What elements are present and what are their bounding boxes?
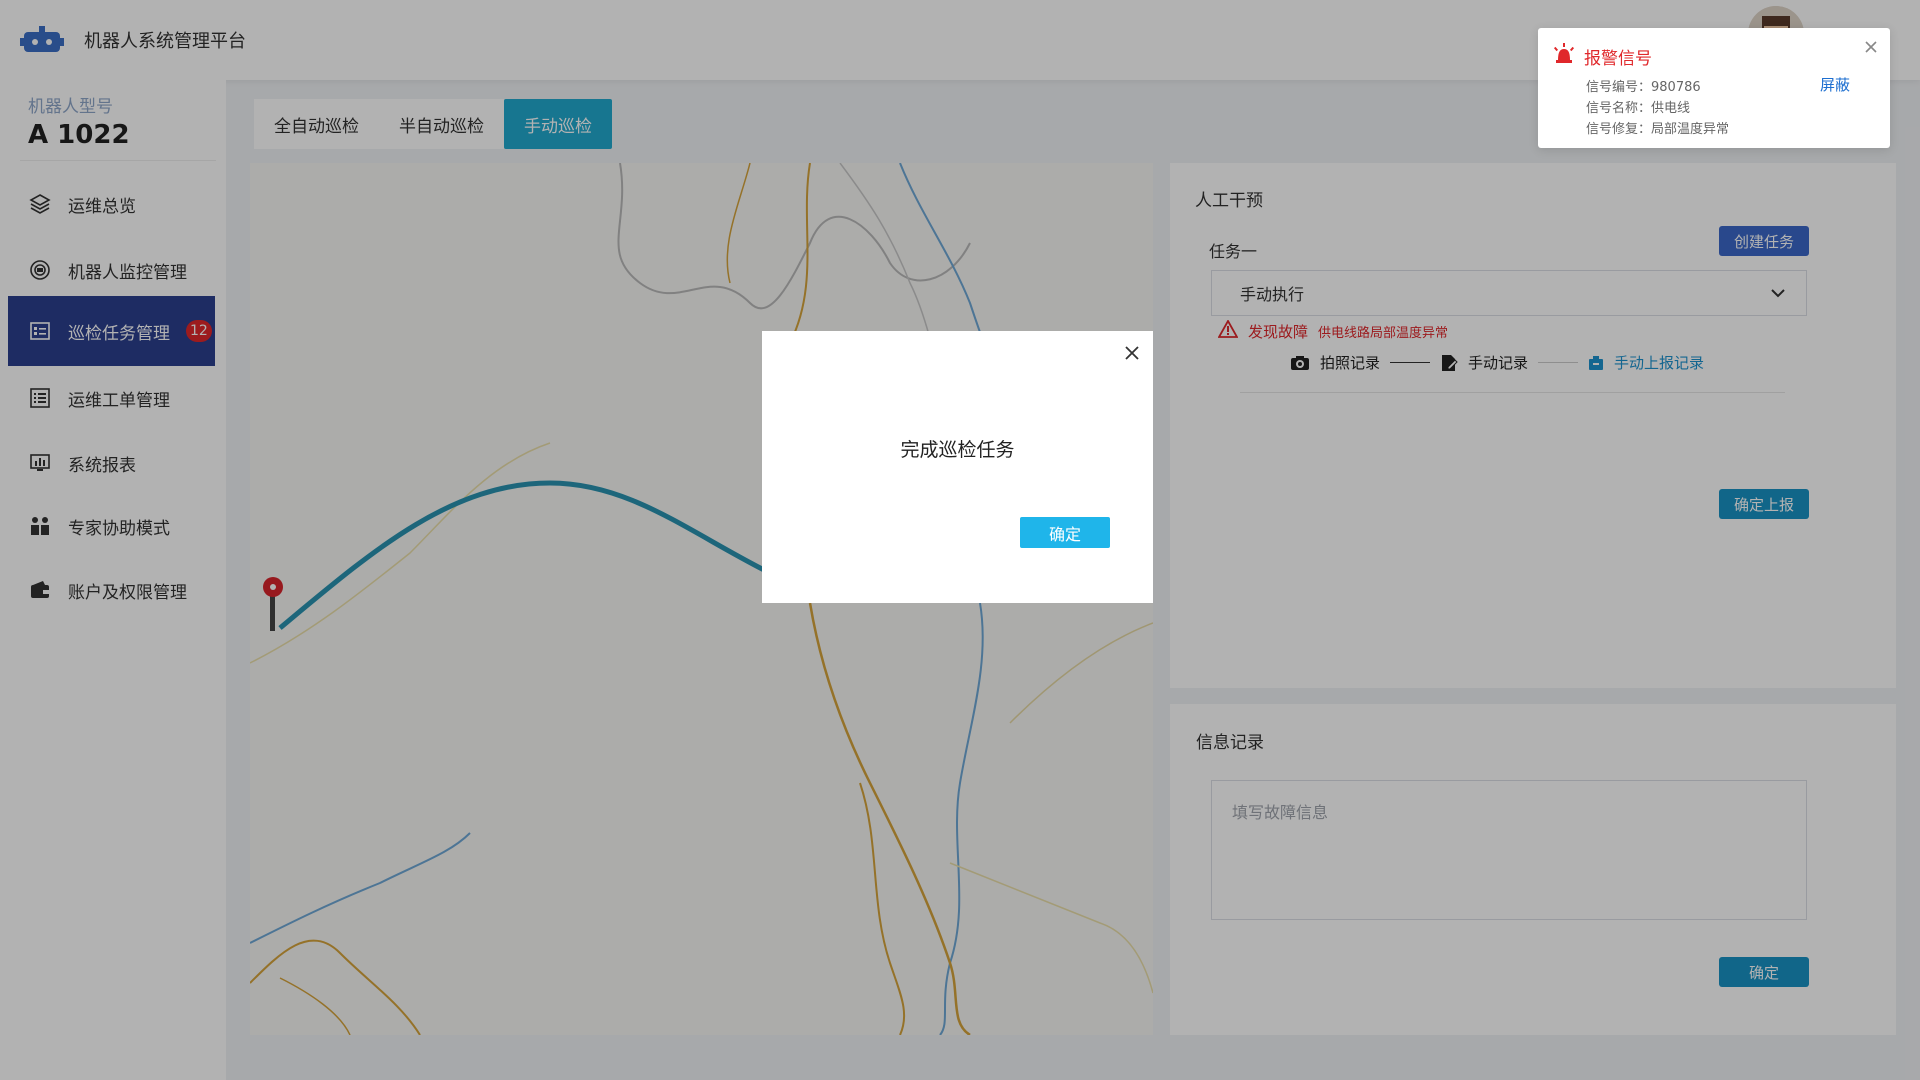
dialog-confirm-button[interactable]: 确定	[1020, 517, 1110, 548]
close-icon[interactable]	[1862, 38, 1880, 56]
dialog-message: 完成巡检任务	[900, 439, 1015, 461]
alarm-signal-repair: 信号修复：局部温度异常	[1586, 122, 1730, 137]
alarm-signal-name: 信号名称：供电线	[1586, 101, 1691, 116]
alarm-notification: 报警信号 信号编号：980786 信号名称：供电线 信号修复：局部温度异常 屏蔽	[1538, 28, 1890, 148]
alarm-signal-id: 信号编号：980786	[1586, 80, 1701, 95]
alarm-title: 报警信号	[1584, 49, 1652, 69]
alarm-mute-link[interactable]: 屏蔽	[1820, 74, 1850, 95]
completion-dialog: 完成巡检任务 确定	[762, 331, 1153, 603]
close-icon[interactable]	[1122, 343, 1142, 363]
alarm-siren-icon	[1552, 42, 1576, 70]
